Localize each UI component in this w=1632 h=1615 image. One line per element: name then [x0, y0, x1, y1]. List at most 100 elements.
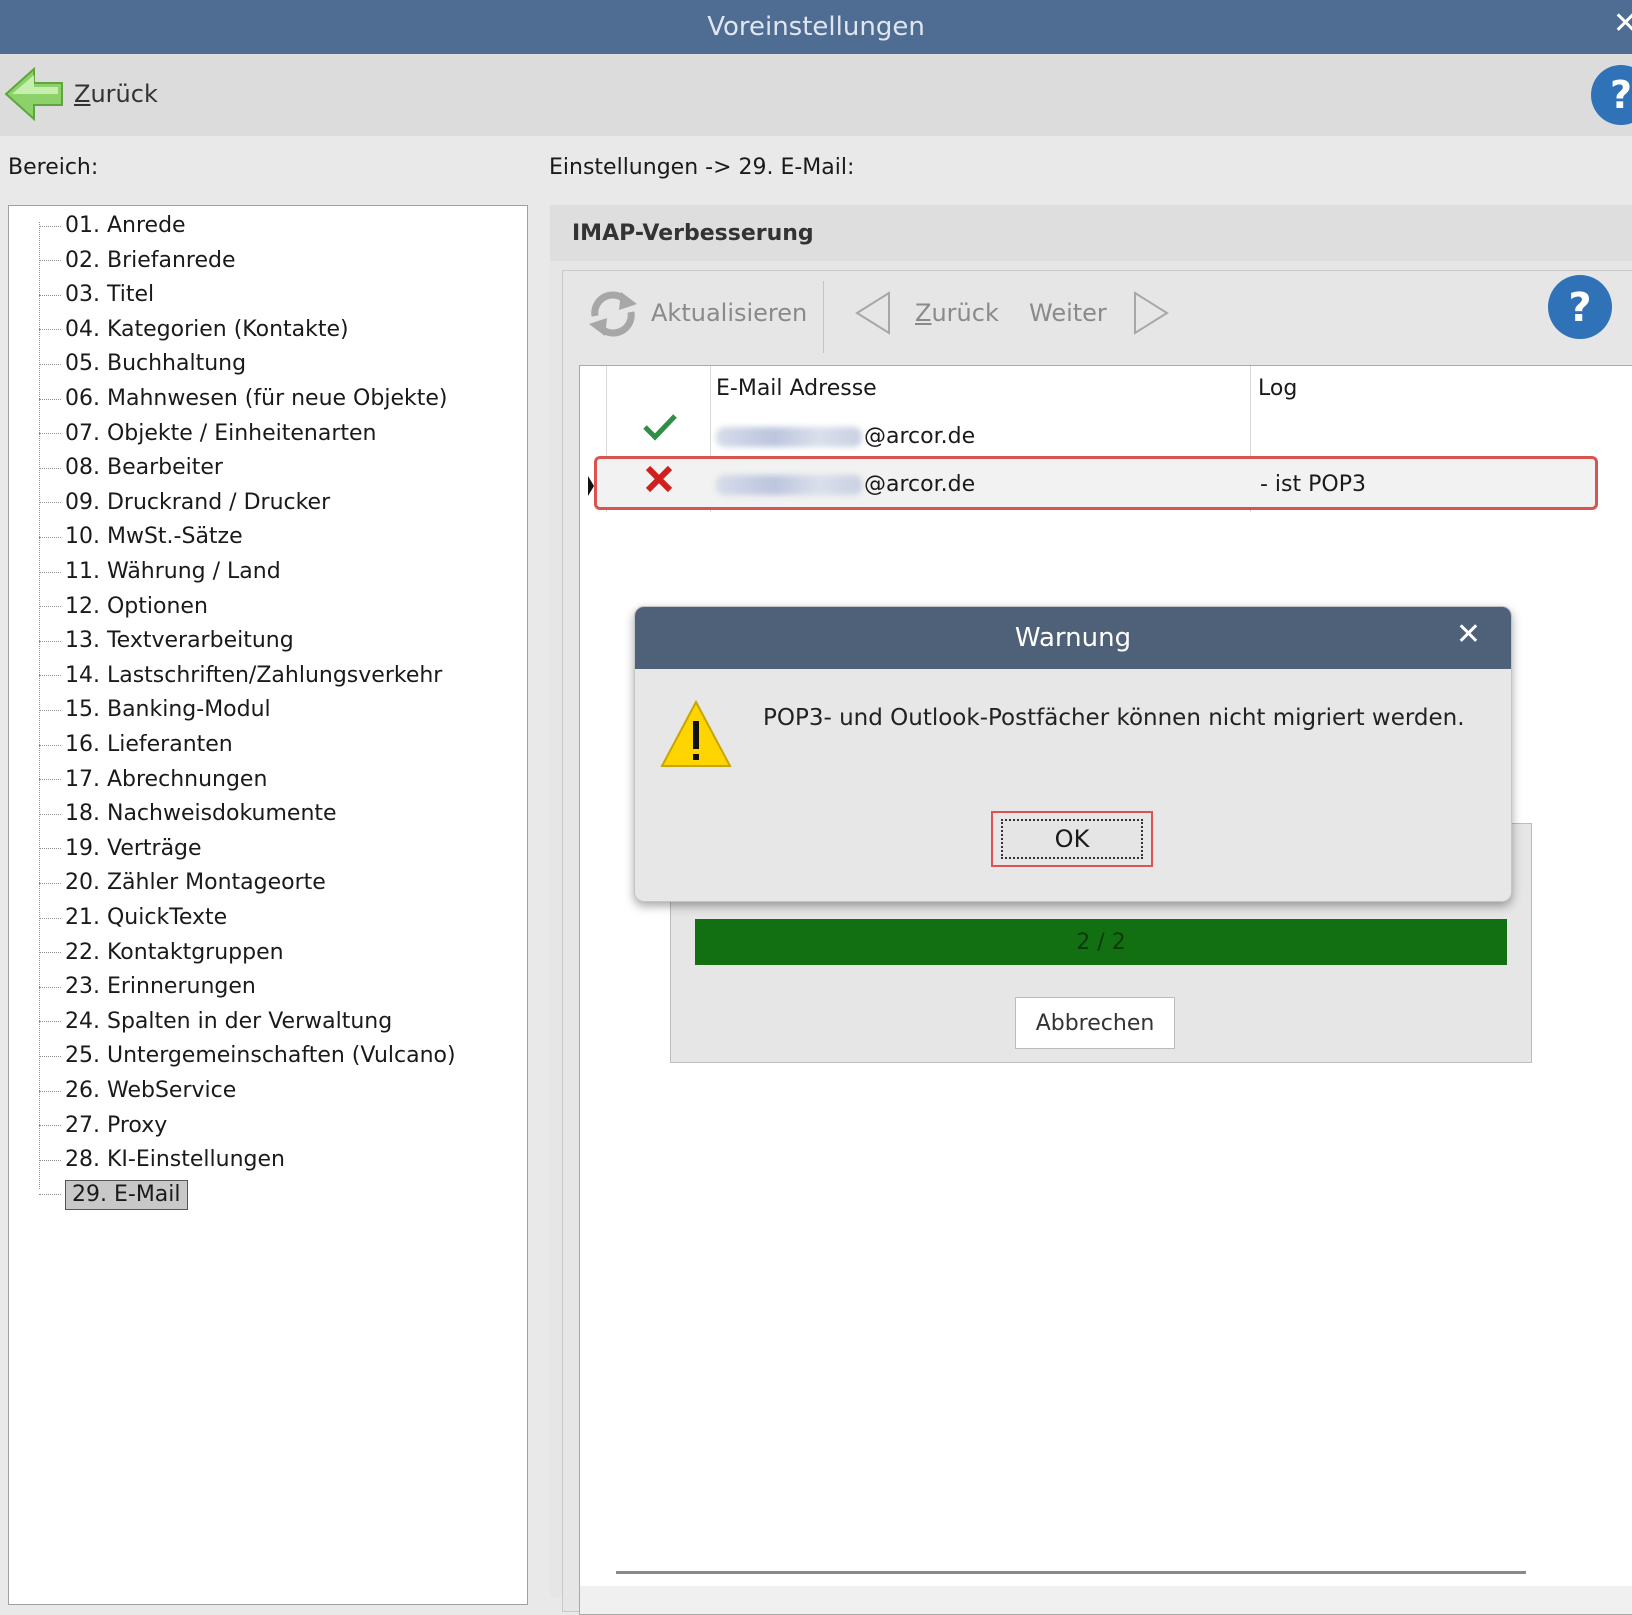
tree-connector — [39, 398, 61, 400]
tree-item-label: 14. Lastschriften/Zahlungsverkehr — [65, 662, 443, 688]
panel-help-icon[interactable]: ? — [1547, 275, 1613, 339]
tree-item[interactable]: 08. Bearbeiter — [39, 452, 223, 484]
tree-item[interactable]: 23. Erinnerungen — [39, 971, 256, 1003]
tree-connector — [39, 329, 61, 331]
tree-item[interactable]: 27. Proxy — [39, 1110, 167, 1142]
tree-item-label: 15. Banking-Modul — [65, 697, 271, 723]
tree-connector — [39, 952, 61, 954]
help-icon[interactable]: ? — [1590, 64, 1632, 130]
breadcrumb: Einstellungen -> 29. E-Mail: — [549, 155, 855, 180]
tree-item-label: 03. Titel — [65, 282, 155, 308]
tree-item[interactable]: 16. Lieferanten — [39, 729, 233, 761]
error-x-icon — [645, 465, 673, 493]
toolbar-separator — [823, 281, 824, 353]
checkmark-icon — [643, 414, 677, 441]
back-button[interactable]: Zurück — [4, 62, 158, 126]
tree-item-label: 23. Erinnerungen — [65, 974, 256, 1000]
tree-item[interactable]: 01. Anrede — [39, 210, 186, 242]
tree-item[interactable]: 20. Zähler Montageorte — [39, 867, 326, 899]
window-close-icon[interactable]: ✕ — [1613, 6, 1632, 41]
panel-title: IMAP-Verbesserung — [550, 205, 1632, 261]
table-row[interactable]: @arcor.de — [580, 412, 1632, 462]
chevron-left-icon — [855, 291, 890, 335]
next-label: Weiter — [1029, 299, 1107, 327]
chevron-right-icon — [1133, 291, 1169, 335]
tree-connector — [39, 467, 61, 469]
tree-item[interactable]: 10. MwSt.-Sätze — [39, 521, 243, 553]
tree-item[interactable]: 02. Briefanrede — [39, 245, 236, 277]
tree-item[interactable]: 21. QuickTexte — [39, 902, 227, 934]
tree-item[interactable]: 13. Textverarbeitung — [39, 625, 294, 657]
tree-connector — [39, 986, 61, 988]
area-label: Bereich: — [8, 155, 99, 180]
tree-item-label: 07. Objekte / Einheitenarten — [65, 420, 377, 446]
tree-item-label: 11. Währung / Land — [65, 559, 281, 584]
prev-button[interactable]: Zurück — [853, 291, 999, 335]
tree-item[interactable]: 26. WebService — [39, 1075, 236, 1107]
dialog-title: Warnung — [1014, 623, 1132, 653]
tree-item[interactable]: 11. Währung / Land — [39, 556, 281, 588]
refresh-icon — [589, 291, 637, 337]
dialog-close-icon[interactable]: ✕ — [1456, 617, 1481, 652]
tree-item-label: 06. Mahnwesen (für neue Objekte) — [65, 386, 448, 411]
tree-connector — [39, 606, 61, 608]
tree-connector — [39, 502, 61, 504]
next-button[interactable]: Weiter — [1029, 291, 1171, 335]
tree-item-label: 08. Bearbeiter — [65, 455, 223, 481]
redacted-text — [716, 426, 862, 447]
tree-item[interactable]: 22. Kontaktgruppen — [39, 937, 284, 969]
tree-item-label: 17. Abrechnungen — [65, 766, 268, 792]
tree-item-label: 27. Proxy — [65, 1112, 168, 1138]
tree-connector — [39, 744, 61, 746]
tree-item[interactable]: 06. Mahnwesen (für neue Objekte) — [39, 383, 447, 415]
progress-text: 2 / 2 — [1076, 929, 1126, 955]
progress-bar: 2 / 2 — [695, 919, 1507, 965]
settings-tree: 01. Anrede 02. Briefanrede 03. Titel 04. Ka… — [8, 205, 528, 1605]
tree-item-label: 09. Druckrand / Drucker — [65, 489, 331, 515]
tree-item[interactable]: 19. Verträge — [39, 833, 202, 865]
tree-item[interactable]: 05. Buchhaltung — [39, 348, 246, 380]
tree-connector — [39, 882, 61, 884]
tree-item[interactable]: 15. Banking-Modul — [39, 694, 271, 726]
tree-item[interactable]: 07. Objekte / Einheitenarten — [39, 418, 377, 450]
tree-connector — [39, 779, 61, 781]
svg-text:?: ? — [1568, 285, 1591, 331]
tree-connector — [39, 1055, 61, 1057]
tree-item[interactable]: 17. Abrechnungen — [39, 764, 267, 796]
tree-item[interactable]: 24. Spalten in der Verwaltung — [39, 1006, 392, 1038]
cancel-button[interactable]: Abbrechen — [1015, 997, 1175, 1049]
tree-item-label: 29. E-Mail — [65, 1179, 188, 1210]
tree-connector — [39, 1194, 61, 1196]
panel-toolbar: Aktualisieren Zurück Weiter ? — [563, 271, 1632, 357]
back-arrow-icon — [4, 67, 63, 121]
tree-item[interactable]: 14. Lastschriften/Zahlungsverkehr — [39, 660, 442, 692]
tree-connector — [39, 1125, 61, 1127]
tree-connector — [39, 640, 61, 642]
tree-item[interactable]: 12. Optionen — [39, 591, 208, 623]
tree-connector — [39, 1159, 61, 1161]
tree-item-label: 04. Kategorien (Kontakte) — [65, 316, 349, 342]
svg-text:?: ? — [1610, 73, 1632, 117]
tree-item-label: 13. Textverarbeitung — [65, 628, 294, 654]
tree-connector — [39, 1021, 61, 1023]
prev-label: Zurück — [915, 299, 999, 327]
tree-item[interactable]: 04. Kategorien (Kontakte) — [39, 314, 349, 346]
tree-item[interactable]: 09. Druckrand / Drucker — [39, 487, 330, 519]
tree-item-label: 22. Kontaktgruppen — [65, 939, 284, 965]
tree-item[interactable]: 25. Untergemeinschaften (Vulcano) — [39, 1040, 456, 1072]
horizontal-scrollbar[interactable] — [616, 1571, 1526, 1574]
tree-item[interactable]: 29. E-Mail — [39, 1179, 188, 1211]
back-label: Zurück — [74, 80, 158, 108]
tree-item[interactable]: 18. Nachweisdokumente — [39, 798, 337, 830]
tree-item-label: 19. Verträge — [65, 835, 202, 861]
tree-item[interactable]: 03. Titel — [39, 279, 154, 311]
table-row-selected[interactable]: @arcor.de - ist POP3 — [580, 460, 1632, 510]
refresh-button[interactable]: Aktualisieren — [581, 291, 807, 337]
tree-item-label: 12. Optionen — [65, 593, 208, 619]
tree-connector — [39, 813, 61, 815]
ok-button[interactable]: OK — [1001, 819, 1143, 859]
tree-item[interactable]: 28. KI-Einstellungen — [39, 1144, 285, 1176]
header-log: Log — [1258, 376, 1298, 401]
tree-item-label: 01. Anrede — [65, 213, 186, 238]
tree-item-label: 21. QuickTexte — [65, 905, 228, 930]
